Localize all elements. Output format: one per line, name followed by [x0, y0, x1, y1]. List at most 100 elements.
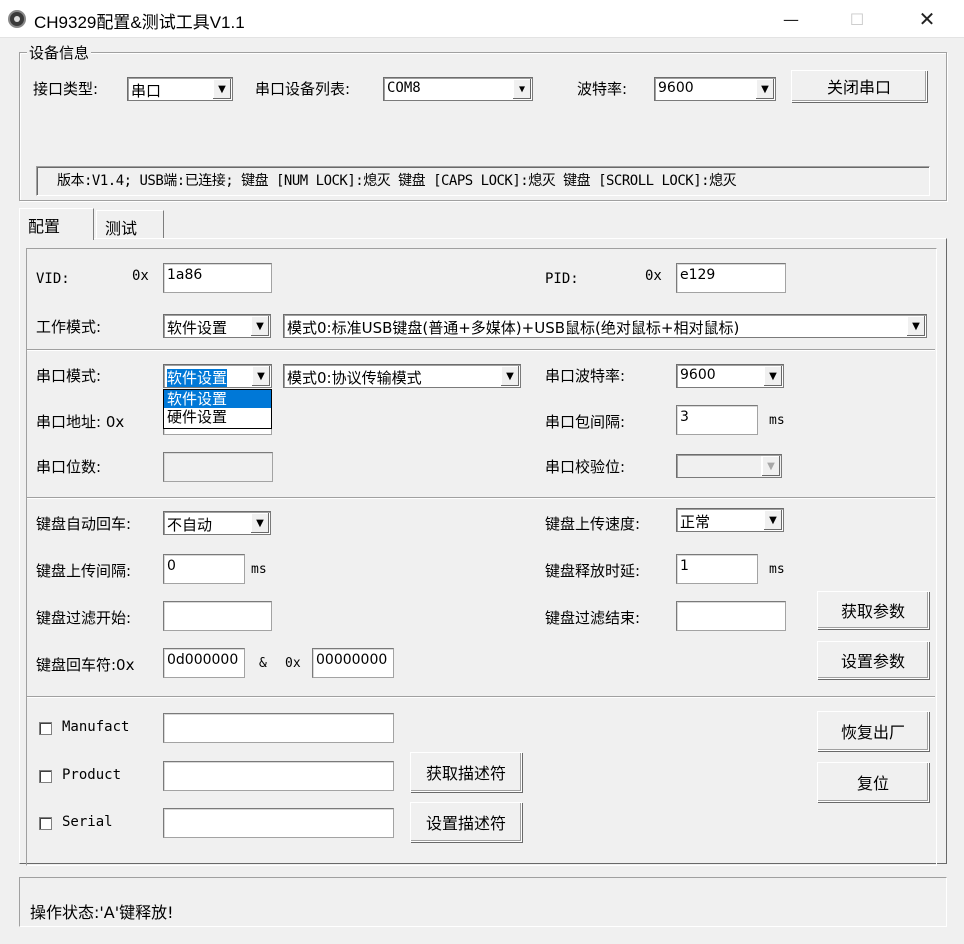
serial-mode-value: 软件设置 — [167, 369, 228, 387]
kb-release-delay-label: 键盘释放时延: — [545, 562, 641, 580]
reset-button[interactable]: 复位 — [817, 762, 929, 802]
serial-list-label: 串口设备列表: — [255, 80, 351, 98]
pid-label: PID: — [545, 271, 579, 287]
serial-mode-dropdown-list: 软件设置 硬件设置 — [163, 389, 272, 429]
serial-mode-label: 串口模式: — [36, 367, 102, 385]
dropdown-option-software[interactable]: 软件设置 — [164, 390, 271, 408]
pid-input[interactable]: e129 — [676, 263, 786, 293]
vid-input[interactable]: 1a86 — [163, 263, 272, 293]
work-mode-value: 软件设置 — [167, 319, 228, 337]
title-bar: CH9329配置&测试工具V1.1 — ☐ ✕ — [0, 0, 964, 38]
serial-bits-label: 串口位数: — [36, 458, 102, 476]
product-input[interactable] — [163, 761, 394, 791]
interface-type-combo[interactable]: 串口 ▼ — [127, 77, 233, 101]
kb-release-delay-unit: ms — [769, 562, 785, 577]
vid-prefix: 0x — [132, 268, 149, 284]
get-params-button[interactable]: 获取参数 — [817, 591, 929, 629]
kb-upload-speed-combo[interactable]: 正常 ▼ — [676, 508, 784, 532]
maximize-button[interactable]: ☐ — [834, 0, 880, 38]
serial-checkbox[interactable] — [39, 817, 52, 830]
kb-upload-interval-input[interactable]: 0 — [163, 554, 245, 584]
serial-address-label: 串口地址: 0x — [36, 413, 125, 431]
dropdown-option-hardware[interactable]: 硬件设置 — [164, 408, 271, 426]
serial-mode-detail-combo[interactable]: 模式0:协议传输模式 ▼ — [283, 364, 521, 388]
kb-enter-char-label: 键盘回车符:0x — [36, 656, 135, 674]
kb-release-delay-input[interactable]: 1 — [676, 554, 758, 584]
kb-upload-interval-label: 键盘上传间隔: — [36, 562, 132, 580]
chevron-down-icon: ▼ — [761, 456, 780, 476]
kb-upload-speed-label: 键盘上传速度: — [545, 515, 641, 533]
kb-upload-interval-unit: ms — [251, 562, 267, 577]
kb-enter-char-prefix-2: 0x — [285, 656, 301, 671]
serial-interval-label: 串口包间隔: — [545, 413, 626, 431]
baud-combo[interactable]: 9600 ▼ — [654, 77, 776, 101]
product-checkbox[interactable] — [39, 770, 52, 783]
serial-mode-detail-value: 模式0:协议传输模式 — [287, 369, 422, 387]
kb-auto-enter-combo[interactable]: 不自动 ▼ — [163, 511, 271, 535]
serial-parity-combo[interactable]: ▼ — [676, 454, 782, 478]
manufact-checkbox[interactable] — [39, 722, 52, 735]
kb-filter-end-input[interactable] — [676, 601, 786, 631]
minimize-button[interactable]: — — [768, 0, 814, 38]
interface-type-value: 串口 — [131, 82, 162, 100]
kb-auto-enter-value: 不自动 — [167, 516, 213, 534]
baud-label: 波特率: — [577, 80, 628, 98]
set-descriptor-button[interactable]: 设置描述符 — [410, 802, 522, 842]
manufact-label: Manufact — [62, 719, 130, 735]
work-mode-detail-value: 模式0:标准USB键盘(普通+多媒体)+USB鼠标(绝对鼠标+相对鼠标) — [287, 319, 740, 337]
set-params-button[interactable]: 设置参数 — [817, 641, 929, 679]
serial-interval-input[interactable]: 3 — [676, 405, 758, 435]
serial-baud-label: 串口波特率: — [545, 367, 626, 385]
app-icon — [8, 10, 26, 28]
serial-baud-combo[interactable]: 9600 ▼ — [676, 364, 784, 388]
chevron-down-icon: ▼ — [763, 366, 782, 386]
close-button[interactable]: ✕ — [904, 0, 950, 38]
work-mode-detail-combo[interactable]: 模式0:标准USB键盘(普通+多媒体)+USB鼠标(绝对鼠标+相对鼠标) ▼ — [283, 314, 927, 338]
serial-desc-label: Serial — [62, 814, 113, 830]
close-port-button[interactable]: 关闭串口 — [791, 70, 927, 102]
chevron-down-icon: ▼ — [763, 510, 782, 530]
chevron-down-icon: ▼ — [906, 316, 925, 336]
separator — [27, 349, 935, 351]
chevron-down-icon: ▼ — [251, 366, 270, 386]
chevron-down-icon: ▼ — [212, 79, 231, 99]
factory-reset-button[interactable]: 恢复出厂 — [817, 711, 929, 751]
kb-filter-start-input[interactable] — [163, 601, 272, 631]
interface-type-label: 接口类型: — [33, 80, 99, 98]
pid-prefix: 0x — [645, 268, 662, 284]
device-info-legend: 设备信息 — [27, 42, 92, 63]
serial-baud-value: 9600 — [680, 367, 716, 383]
kb-enter-char-input-1[interactable]: 0d000000 — [163, 648, 245, 678]
chevron-down-icon: ▼ — [500, 366, 519, 386]
product-label: Product — [62, 767, 122, 783]
separator — [27, 497, 935, 499]
tab-test[interactable]: 测试 — [96, 210, 164, 238]
kb-filter-end-label: 键盘过滤结束: — [545, 609, 641, 627]
kb-enter-char-amp: & — [259, 656, 267, 671]
serial-mode-combo[interactable]: 软件设置 ▼ — [163, 364, 272, 388]
chevron-down-icon: ▼ — [250, 316, 269, 336]
device-status-text: 版本:V1.4; USB端:已连接; 键盘 [NUM LOCK]:熄灭 键盘 [… — [57, 173, 737, 189]
window-title: CH9329配置&测试工具V1.1 — [34, 13, 245, 32]
work-mode-combo[interactable]: 软件设置 ▼ — [163, 314, 271, 338]
chevron-down-icon: ▼ — [250, 513, 269, 533]
serial-list-combo[interactable]: COM8 ▼ — [383, 77, 533, 101]
serial-desc-input[interactable] — [163, 808, 394, 838]
serial-bits-input[interactable] — [163, 452, 273, 482]
kb-filter-start-label: 键盘过滤开始: — [36, 609, 132, 627]
kb-upload-speed-value: 正常 — [680, 513, 711, 531]
work-mode-label: 工作模式: — [36, 318, 102, 336]
get-descriptor-button[interactable]: 获取描述符 — [410, 752, 522, 792]
serial-list-value: COM8 — [387, 80, 421, 96]
chevron-down-icon: ▼ — [755, 79, 774, 99]
status-text: 操作状态:'A'键释放! — [30, 903, 174, 922]
baud-value: 9600 — [658, 80, 694, 96]
chevron-down-icon: ▼ — [512, 79, 531, 99]
tab-config[interactable]: 配置 — [19, 208, 94, 240]
serial-interval-unit: ms — [769, 413, 785, 428]
serial-parity-label: 串口校验位: — [545, 458, 626, 476]
separator — [27, 696, 935, 698]
kb-auto-enter-label: 键盘自动回车: — [36, 515, 132, 533]
manufact-input[interactable] — [163, 713, 394, 743]
kb-enter-char-input-2[interactable]: 00000000 — [312, 648, 394, 678]
